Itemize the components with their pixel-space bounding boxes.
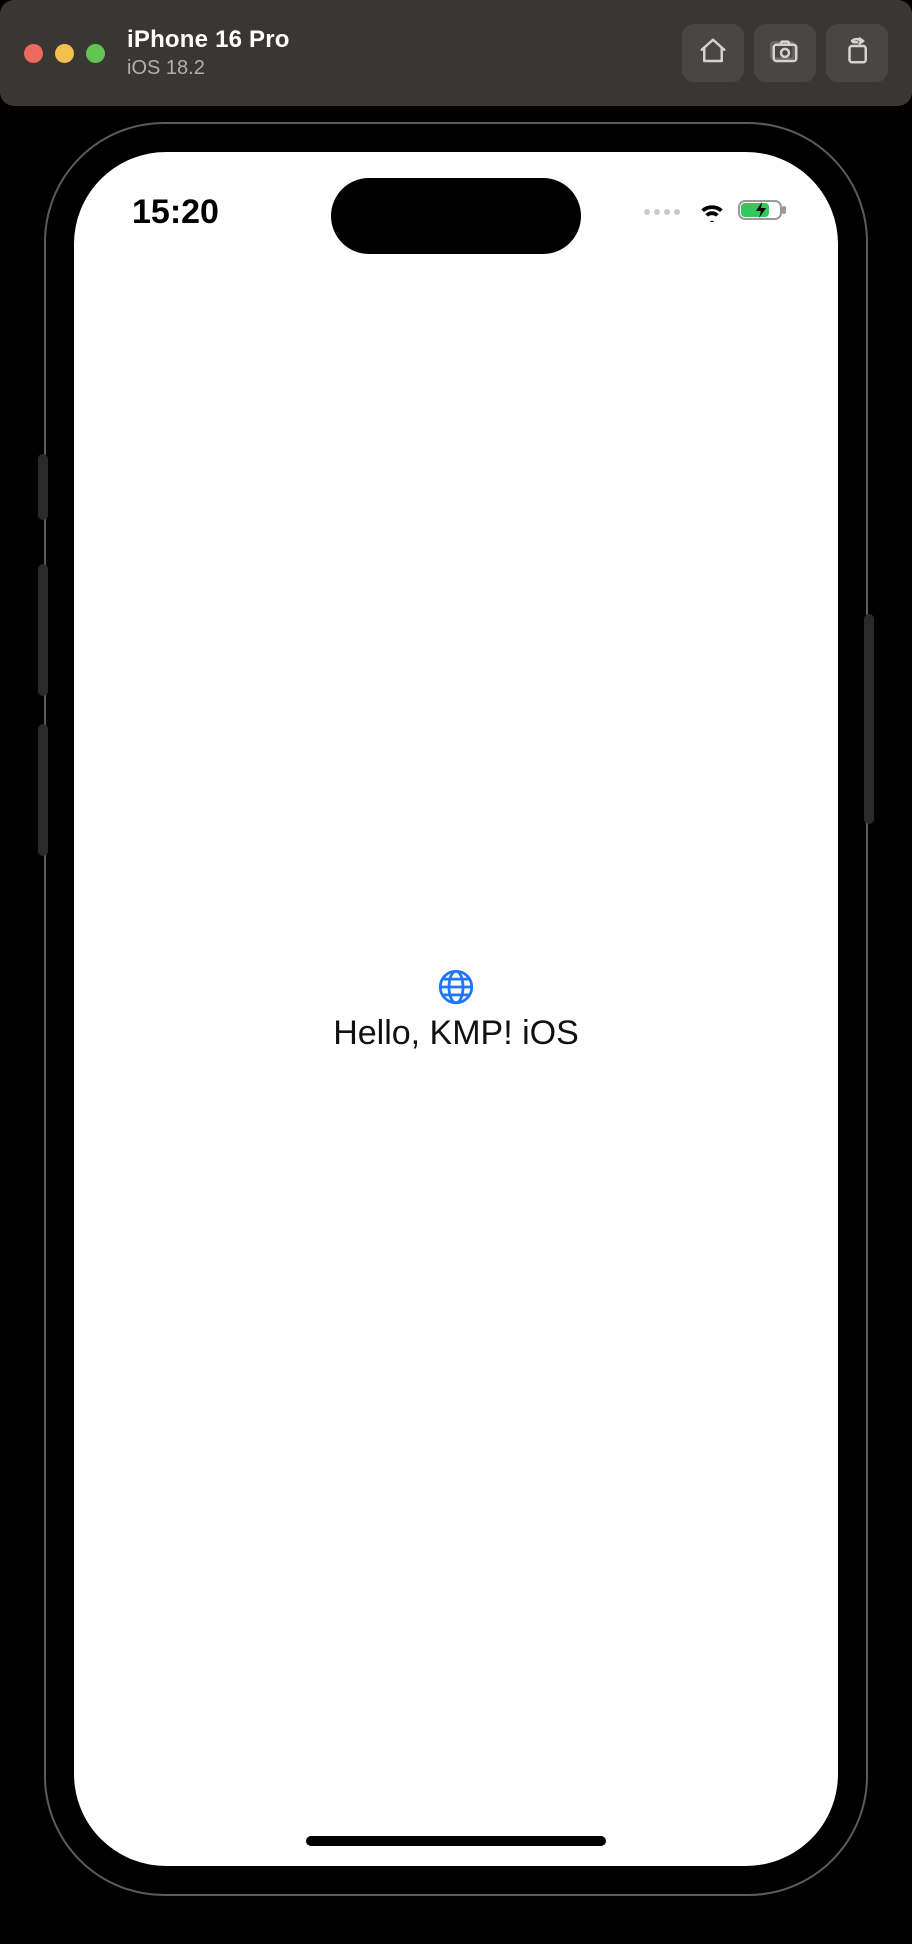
window-title: iPhone 16 Pro [127, 26, 290, 55]
simulator-home-button[interactable] [682, 24, 744, 82]
simulator-share-button[interactable] [826, 24, 888, 82]
home-indicator[interactable] [306, 1836, 606, 1846]
screenshot-icon [770, 36, 800, 71]
device-silent-switch [38, 454, 48, 520]
greeting-label: Hello, KMP! iOS [333, 1014, 579, 1053]
device-frame: 15:20 [44, 122, 868, 1896]
simulator-toolbar [682, 24, 888, 82]
simulator-screenshot-button[interactable] [754, 24, 816, 82]
window-minimize-button[interactable] [55, 44, 74, 63]
window-title-block: iPhone 16 Pro iOS 18.2 [127, 26, 290, 81]
device-volume-up [38, 564, 48, 696]
window-traffic-lights [24, 44, 105, 63]
simulator-window-chrome: iPhone 16 Pro iOS 18.2 [0, 0, 912, 106]
home-icon [698, 36, 728, 71]
share-rotate-icon [842, 36, 872, 71]
window-close-button[interactable] [24, 44, 43, 63]
device-side-button [864, 614, 874, 824]
app-content: Hello, KMP! iOS [74, 152, 838, 1866]
window-zoom-button[interactable] [86, 44, 105, 63]
globe-icon [435, 966, 477, 1008]
simulator-stage: 15:20 [0, 112, 912, 1944]
window-subtitle: iOS 18.2 [127, 56, 290, 80]
device-volume-down [38, 724, 48, 856]
device-screen: 15:20 [60, 138, 852, 1880]
